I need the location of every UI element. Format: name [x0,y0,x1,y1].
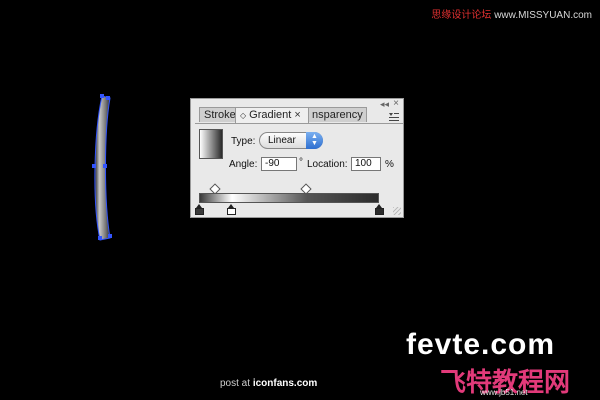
tab-options-arrows-icon: ◇ [240,111,247,120]
footer-watermark: post at iconfans.com [220,378,317,389]
select-arrows-icon: ▲ ▼ [306,132,323,149]
type-label: Type: [231,136,256,147]
gradient-panel: ◂◂ × Stroke nsparency ◇ Gradient × Type: L… [190,98,404,218]
gradient-thumbnail[interactable] [199,129,223,159]
color-stop-white[interactable] [227,204,236,215]
footer-site: iconfans.com [252,378,318,389]
color-stop-left[interactable] [195,204,204,215]
fevte-logo: fevte.com [406,328,556,361]
tab-transparency[interactable]: nsparency [307,107,367,122]
degree-symbol: ° [299,157,303,168]
gradient-shape-artwork[interactable] [86,92,120,244]
color-stop-right-selected[interactable] [375,204,384,215]
watermark-top: 思缘设计论坛 www.MISSYUAN.com [431,6,592,21]
resize-grip-icon[interactable] [393,207,401,215]
tab-gradient[interactable]: ◇ Gradient × [235,107,309,123]
location-label: Location: [307,159,348,170]
angle-input[interactable]: -90 [261,157,297,171]
type-select-value: Linear [268,135,296,146]
angle-label: Angle: [229,159,258,170]
tab-transparency-label: nsparency [312,109,363,121]
watermark-top-url: www.MISSYUAN.com [494,10,592,21]
tab-close-icon[interactable]: × [294,109,300,121]
type-select[interactable]: Linear ▲ ▼ [259,132,323,149]
panel-tabs: Stroke nsparency ◇ Gradient × [195,107,403,124]
tab-gradient-label: Gradient [249,109,292,121]
watermark-top-text: 思缘设计论坛 [431,10,492,21]
footer-post-at: post at [220,378,251,389]
panel-menu-icon[interactable] [389,112,399,122]
logo-url: www.jb51.net [480,388,528,397]
gradient-slider-area [195,183,384,215]
percent-symbol: % [385,159,394,170]
tab-stroke[interactable]: Stroke [199,107,239,122]
tab-stroke-label: Stroke [204,109,236,121]
gradient-ramp[interactable] [199,193,379,203]
location-input[interactable]: 100 [351,157,381,171]
